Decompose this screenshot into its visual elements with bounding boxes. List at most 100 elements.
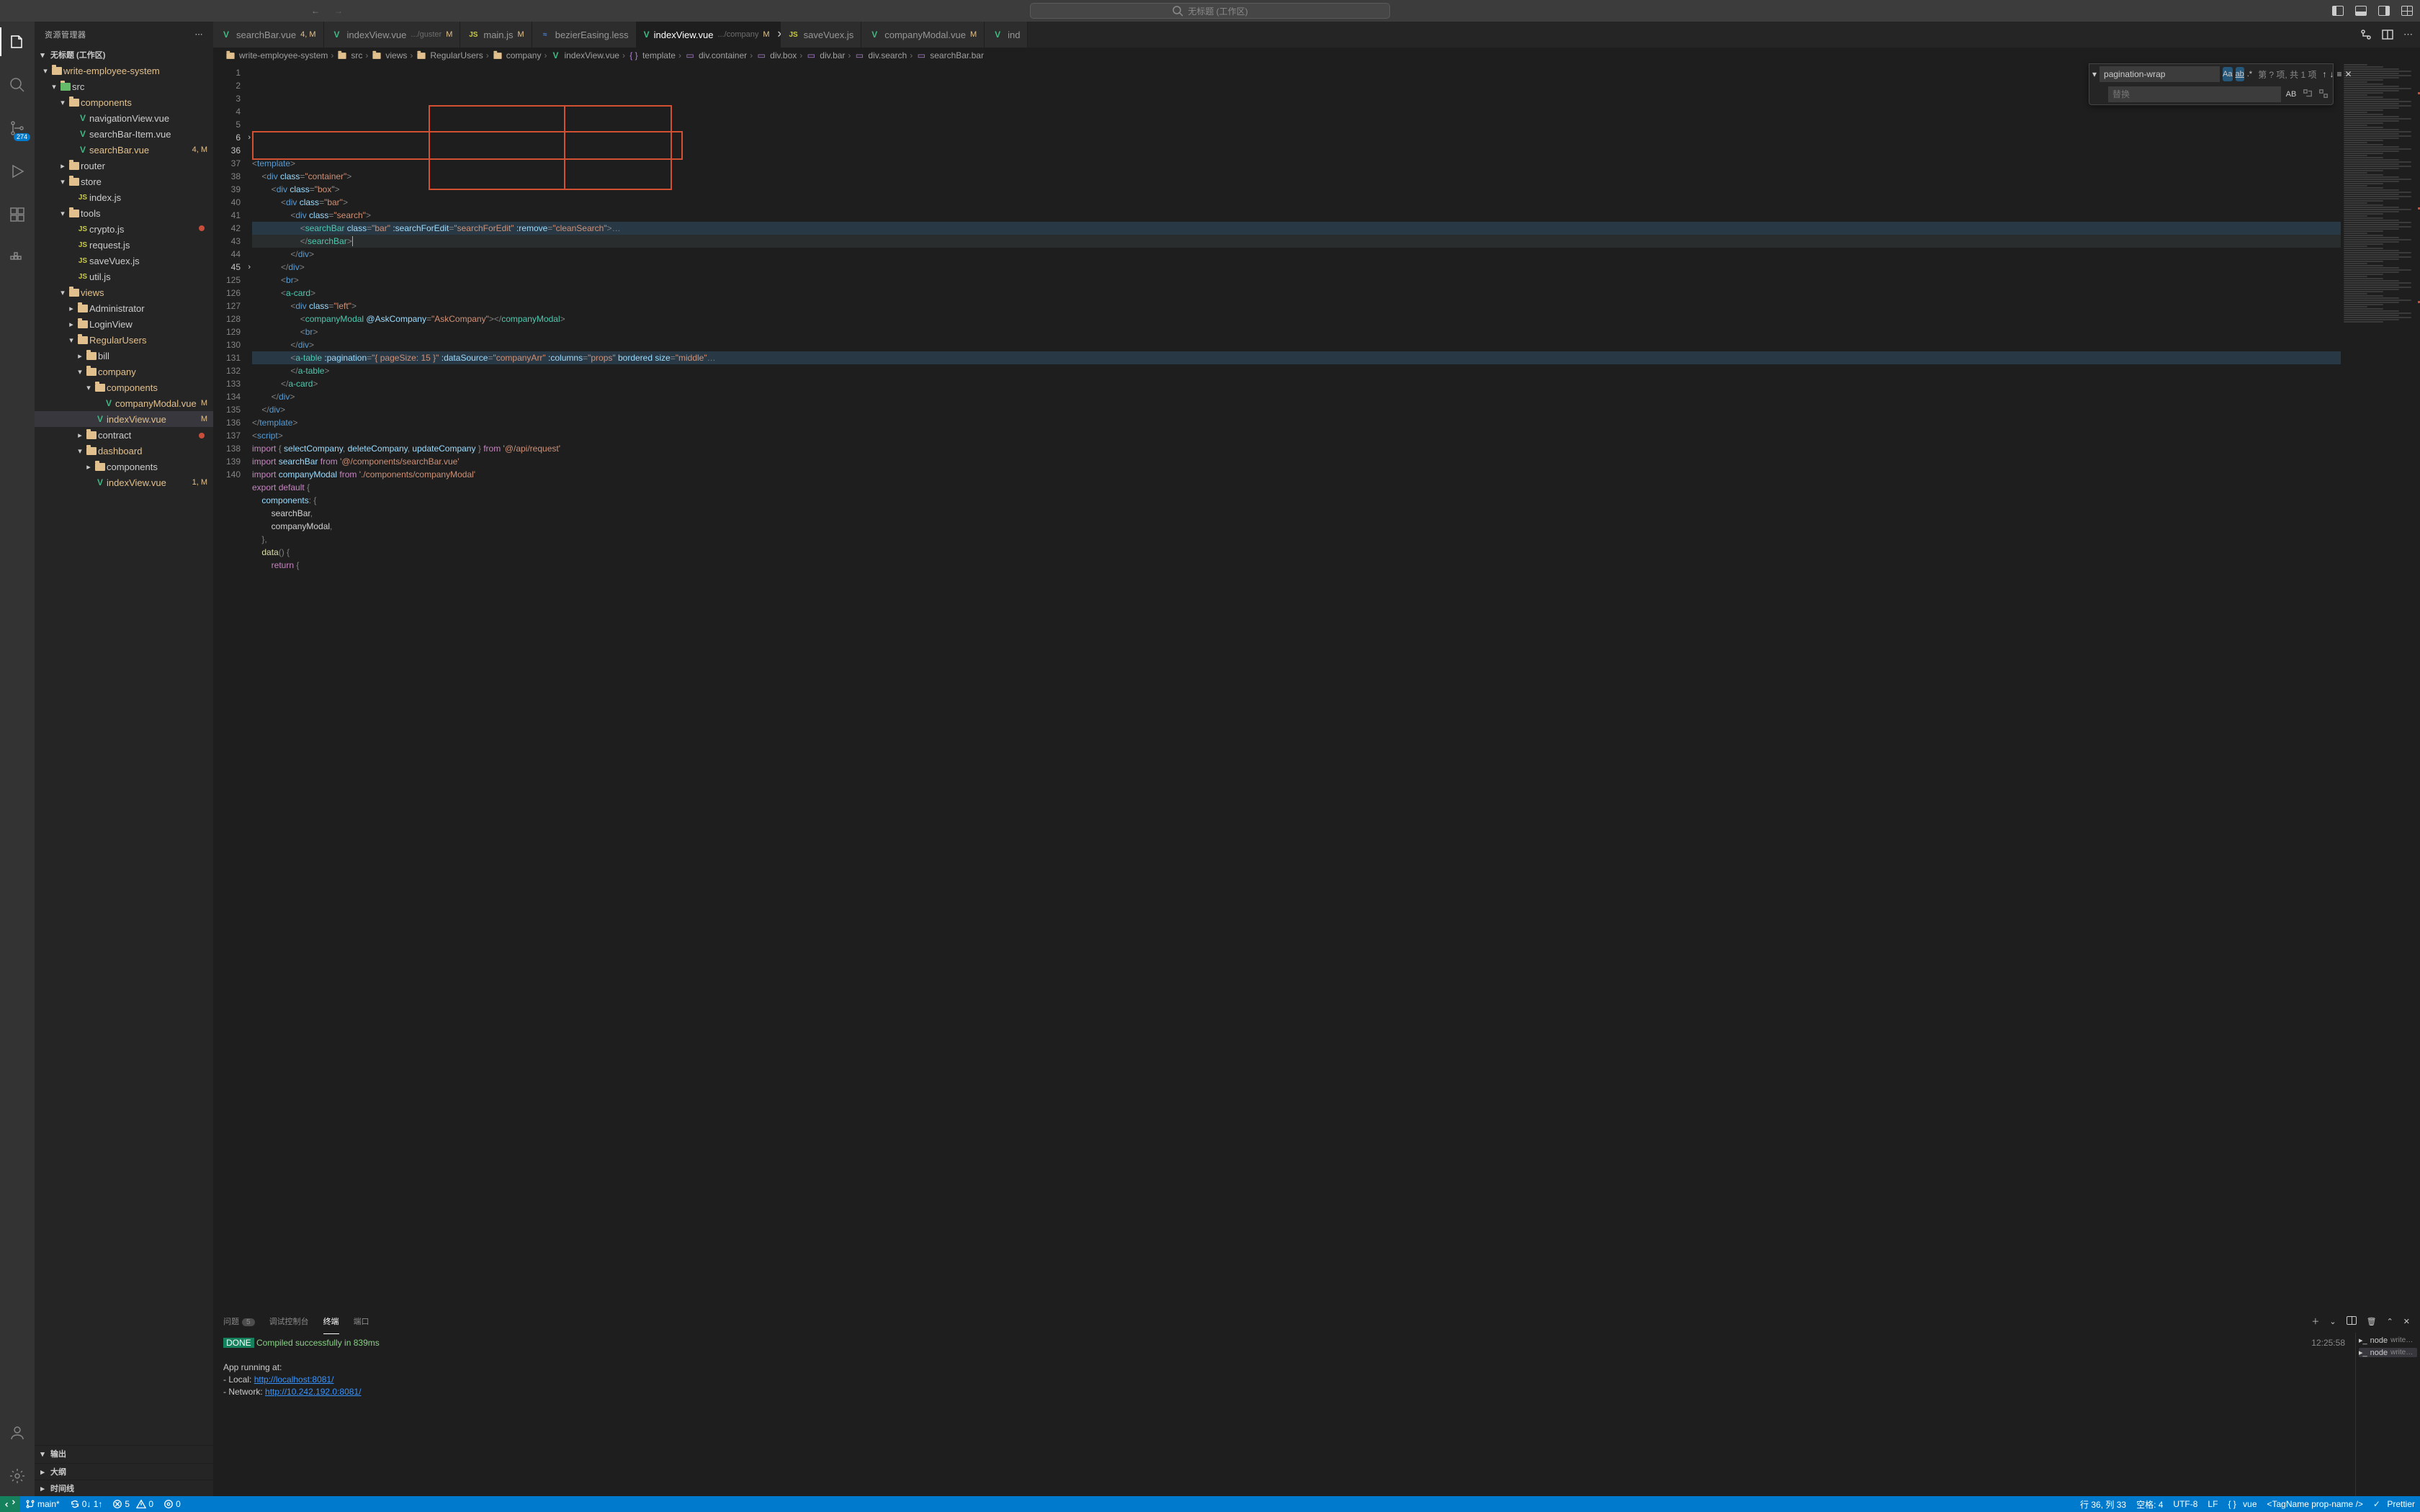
activity-search[interactable] [0,71,35,99]
tree-item[interactable]: JSrequest.js [35,237,213,253]
terminal-dropdown-icon[interactable]: ⌄ [2329,1317,2336,1326]
find-case-sensitive-icon[interactable]: Aa [2223,67,2232,81]
terminal-kill-icon[interactable]: 🗑 [2367,1317,2377,1326]
breadcrumb-item[interactable]: ▭searchBar.bar [915,50,984,60]
toggle-left-panel-icon[interactable] [2332,6,2344,16]
customize-layout-icon[interactable] [2401,6,2413,16]
editor-tab[interactable]: Vind [985,22,1028,48]
find-toggle-replace-icon[interactable]: ▾ [2092,69,2097,79]
tree-item[interactable]: ▸router [35,158,213,174]
tree-item[interactable]: ▾tools [35,205,213,221]
terminal-instance[interactable]: ▸_nodewrite… [2359,1348,2417,1357]
activity-extensions[interactable] [0,200,35,229]
status-indent[interactable]: 空格: 4 [2131,1496,2168,1512]
status-encoding[interactable]: UTF-8 [2168,1496,2202,1512]
find-regex-icon[interactable]: .* [2247,67,2252,81]
local-url[interactable]: http://localhost:8081/ [254,1374,334,1385]
breadcrumb-item[interactable]: views [371,50,407,60]
editor-tab[interactable]: JSmain.jsM [460,22,532,48]
panel-maximize-icon[interactable]: ⌃ [2387,1317,2393,1326]
editor-tab[interactable]: VindexView.vue.../gusterM [324,22,461,48]
nav-forward-icon[interactable]: → [333,5,344,17]
status-sync[interactable]: 0↓ 1↑ [65,1496,108,1512]
activity-scm[interactable]: 274 [0,114,35,143]
tree-item[interactable]: ▾company [35,364,213,379]
breadcrumb-item[interactable]: VindexView.vue [550,50,619,60]
tree-item[interactable]: VindexView.vueM [35,411,213,427]
tree-item[interactable]: JScrypto.js [35,221,213,237]
compare-changes-icon[interactable] [2360,29,2372,40]
outline-section[interactable]: ▸大纲 [35,1463,213,1480]
activity-explorer[interactable] [0,27,35,56]
activity-settings[interactable] [0,1462,35,1490]
breadcrumb-item[interactable]: ▭div.bar [805,50,845,60]
replace-one-icon[interactable] [2301,89,2314,101]
breadcrumb-item[interactable]: ▭div.container [684,50,747,60]
tree-item[interactable]: VindexView.vue1, M [35,474,213,490]
replace-all-icon[interactable] [2317,89,2330,101]
activity-docker[interactable] [0,243,35,272]
minimap[interactable] [2341,63,2420,1309]
tree-item[interactable]: ▸bill [35,348,213,364]
panel-tab-terminal[interactable]: 终端 [323,1313,339,1330]
editor-tab[interactable]: ≈bezierEasing.less [532,22,637,48]
tree-item[interactable]: ▸LoginView [35,316,213,332]
tree-item[interactable]: VsearchBar.vue4, M [35,142,213,158]
breadcrumb-item[interactable]: ▭div.search [853,50,907,60]
replace-preserve-case-icon[interactable]: AB [2284,87,2298,102]
status-language[interactable]: { } vue [2223,1496,2262,1512]
command-center[interactable]: 无标题 (工作区) [1030,3,1390,19]
toggle-bottom-panel-icon[interactable] [2355,6,2367,16]
breadcrumb-item[interactable]: src [336,50,362,60]
find-prev-icon[interactable]: ↑ [2322,69,2326,79]
status-prettier[interactable]: ✓ Prettier [2368,1496,2420,1512]
activity-debug[interactable] [0,157,35,186]
tree-item[interactable]: ▸Administrator [35,300,213,316]
status-problems[interactable]: 5 0 [107,1496,158,1512]
panel-tab-problems[interactable]: 问题5 [223,1313,255,1330]
tree-item[interactable]: ▾store [35,174,213,189]
tree-item[interactable]: ▸contract [35,427,213,443]
activity-account[interactable] [0,1418,35,1447]
terminal-instance[interactable]: ▸_nodewrite… [2359,1336,2417,1345]
tree-item[interactable]: JSsaveVuex.js [35,253,213,269]
tree-item[interactable]: VsearchBar-Item.vue [35,126,213,142]
tree-item[interactable]: ▾write-employee-system [35,63,213,78]
editor-tab[interactable]: VsearchBar.vue4, M [213,22,324,48]
nav-back-icon[interactable]: ← [310,5,321,17]
find-whole-word-icon[interactable]: ab [2236,67,2244,81]
status-cursor[interactable]: 行 36, 列 33 [2075,1496,2131,1512]
find-next-icon[interactable]: ↓ [2329,69,2334,79]
status-branch[interactable]: main* [20,1496,65,1512]
status-eol[interactable]: LF [2202,1496,2223,1512]
find-close-icon[interactable]: ✕ [2344,69,2352,79]
replace-input[interactable] [2108,86,2281,102]
find-in-selection-icon[interactable]: ≡ [2336,69,2341,79]
status-selector[interactable]: <TagName prop-name /> [2262,1496,2368,1512]
breadcrumb[interactable]: write-employee-system›src›views›RegularU… [213,48,2420,63]
tree-item[interactable]: JSutil.js [35,269,213,284]
tree-item[interactable]: JSindex.js [35,189,213,205]
editor-tab[interactable]: JSsaveVuex.js [781,22,862,48]
tree-item[interactable]: ▾components [35,379,213,395]
sidebar-more-icon[interactable]: ⋯ [195,30,204,39]
toggle-right-panel-icon[interactable] [2378,6,2390,16]
tree-item[interactable]: ▸components [35,459,213,474]
breadcrumb-item[interactable]: { }template [628,50,676,60]
tab-more-icon[interactable]: ⋯ [2403,29,2413,40]
editor-tab[interactable]: VindexView.vue.../companyM✕ [637,22,781,48]
editor-tab[interactable]: VcompanyModal.vueM [861,22,985,48]
panel-tab-debug-console[interactable]: 调试控制台 [269,1313,309,1330]
terminal-new-icon[interactable]: ＋ [2311,1315,2319,1327]
panel-close-icon[interactable]: ✕ [2403,1317,2410,1326]
tree-item[interactable]: VcompanyModal.vueM [35,395,213,411]
terminal-split-icon[interactable] [2347,1316,2357,1327]
output-section[interactable]: ▾输出 [35,1445,213,1462]
find-input[interactable] [2099,66,2220,82]
network-url[interactable]: http://10.242.192.0:8081/ [265,1387,361,1397]
breadcrumb-item[interactable]: ▭div.box [756,50,797,60]
breadcrumb-item[interactable]: RegularUsers [416,50,483,60]
split-editor-icon[interactable] [2382,29,2393,40]
tree-item[interactable]: ▾components [35,94,213,110]
breadcrumb-item[interactable]: company [492,50,542,60]
